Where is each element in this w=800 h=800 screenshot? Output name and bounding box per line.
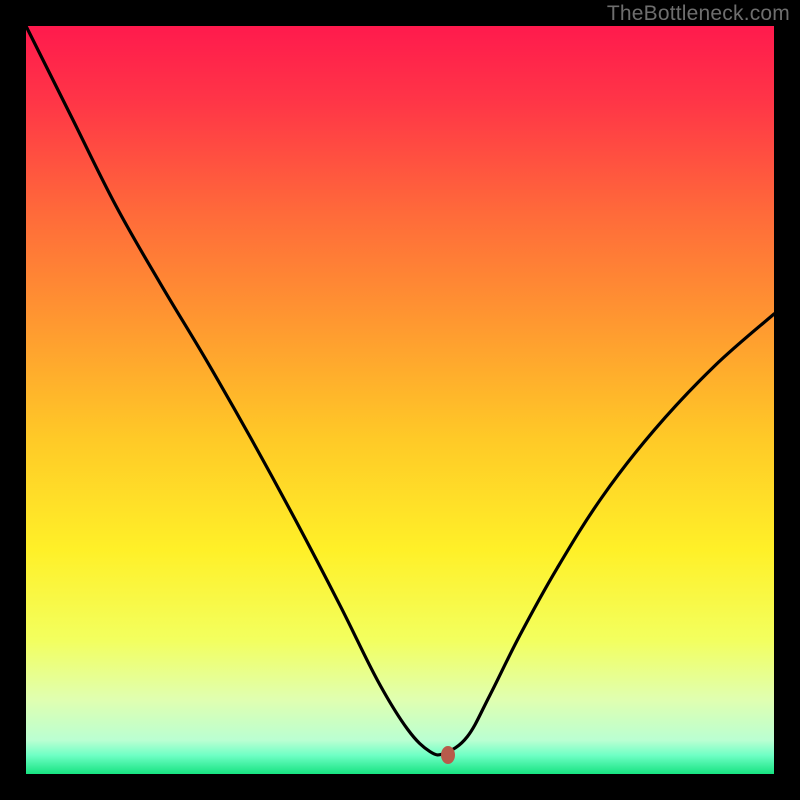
- plot-area: [26, 26, 774, 774]
- watermark-text: TheBottleneck.com: [607, 2, 790, 26]
- chart-frame: TheBottleneck.com: [0, 0, 800, 800]
- optimum-marker: [441, 746, 455, 764]
- gradient-background-with-curve: [26, 26, 774, 774]
- gradient-rect: [26, 26, 774, 774]
